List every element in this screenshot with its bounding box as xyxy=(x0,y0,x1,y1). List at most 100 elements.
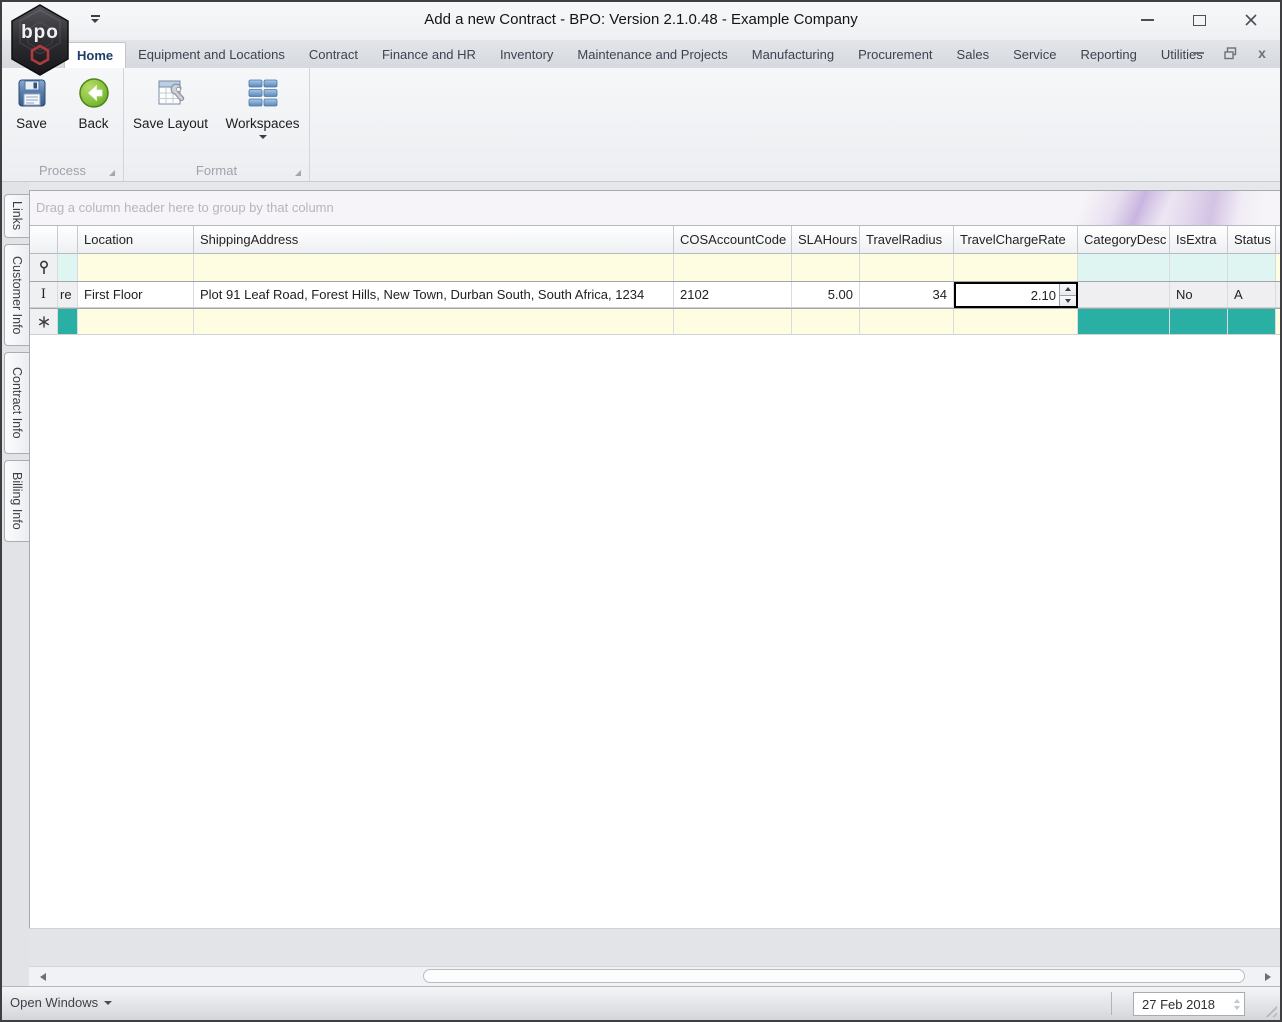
tab-finance-and-hr[interactable]: Finance and HR xyxy=(370,42,488,68)
tab-contract[interactable]: Contract xyxy=(297,42,370,68)
column-header-status[interactable]: Status xyxy=(1228,226,1276,254)
newrow-cell-cosaccountcode[interactable] xyxy=(674,309,792,335)
spin-down-icon[interactable] xyxy=(1233,1005,1240,1010)
group-by-panel[interactable]: Drag a column header here to group by th… xyxy=(30,191,1280,226)
cell-location[interactable]: First Floor xyxy=(78,282,194,308)
tab-manufacturing[interactable]: Manufacturing xyxy=(740,42,846,68)
tab-maintenance-and-projects[interactable]: Maintenance and Projects xyxy=(565,42,739,68)
back-button[interactable]: Back xyxy=(66,74,122,131)
minimize-icon xyxy=(1140,19,1154,21)
cell-clipped[interactable]: re xyxy=(58,282,78,308)
newrow-cell-isextra[interactable] xyxy=(1170,309,1228,335)
cell-travelradius[interactable]: 34 xyxy=(860,282,954,308)
column-header-categorydesc[interactable]: CategoryDesc xyxy=(1078,226,1170,254)
group-by-hint: Drag a column header here to group by th… xyxy=(36,200,334,215)
mdi-minimize-button[interactable] xyxy=(1190,45,1206,61)
cell-status[interactable]: A xyxy=(1228,282,1276,308)
column-header-location[interactable]: Location xyxy=(78,226,194,254)
workspaces-button[interactable]: Workspaces xyxy=(220,74,306,139)
sidebar-item-contract-info[interactable]: Contract Info xyxy=(4,352,29,454)
ribbon: Save Back Process Save Layout Workspaces… xyxy=(2,68,1280,182)
scroll-right-button[interactable] xyxy=(1258,967,1278,986)
cell-cosaccountcode[interactable]: 2102 xyxy=(674,282,792,308)
filter-cell-cosaccountcode[interactable] xyxy=(674,254,792,282)
ribbon-group-process: Save Back Process xyxy=(2,68,124,181)
open-windows-dropdown[interactable]: Open Windows xyxy=(10,995,113,1010)
arrow-left-icon xyxy=(40,972,46,981)
workspaces-button-label: Workspaces xyxy=(225,116,300,131)
mdi-close-button[interactable]: x xyxy=(1254,45,1270,61)
save-layout-button[interactable]: Save Layout xyxy=(128,74,214,139)
ribbon-group-caption: Format xyxy=(195,163,238,178)
scrollbar-thumb[interactable] xyxy=(423,969,1245,983)
close-button[interactable] xyxy=(1240,10,1262,30)
asterisk-icon xyxy=(38,315,49,328)
row-indicator-new[interactable] xyxy=(30,309,58,335)
newrow-cell-slahours[interactable] xyxy=(792,309,860,335)
row-indicator-header xyxy=(30,226,58,254)
column-header-slahours[interactable]: SLAHours xyxy=(792,226,860,254)
row-indicator-edit[interactable]: I xyxy=(30,282,58,308)
sidebar-item-customer-info[interactable]: Customer Info xyxy=(4,244,29,346)
cell-shippingaddress[interactable]: Plot 91 Leaf Road, Forest Hills, New Tow… xyxy=(194,282,674,308)
dialog-launcher-icon[interactable] xyxy=(109,170,115,176)
cell-categorydesc[interactable] xyxy=(1078,282,1170,308)
tab-procurement[interactable]: Procurement xyxy=(846,42,944,68)
tab-home[interactable]: Home xyxy=(64,42,127,68)
column-header-travelradius[interactable]: TravelRadius xyxy=(860,226,954,254)
filter-cell-clipped[interactable] xyxy=(58,254,78,282)
clipped-column-header[interactable] xyxy=(58,226,78,254)
newrow-cell-travelchargerate[interactable] xyxy=(954,309,1078,335)
column-header-travelchargerate[interactable]: TravelChargeRate xyxy=(954,226,1078,254)
date-editor[interactable]: 27 Feb 2018 xyxy=(1133,992,1245,1016)
column-header-overflow xyxy=(1276,226,1280,254)
sidebar-item-billing-info[interactable]: Billing Info xyxy=(4,460,29,542)
tab-equipment-and-locations[interactable]: Equipment and Locations xyxy=(126,42,297,68)
dialog-launcher-icon[interactable] xyxy=(295,170,301,176)
newrow-cell-categorydesc[interactable] xyxy=(1078,309,1170,335)
column-header-isextra[interactable]: IsExtra xyxy=(1170,226,1228,254)
tab-sales[interactable]: Sales xyxy=(945,42,1002,68)
cell-travelchargerate-editor[interactable]: 2.10 xyxy=(954,282,1078,308)
spin-up-icon[interactable] xyxy=(1233,998,1240,1003)
filter-cell-isextra[interactable] xyxy=(1170,254,1228,282)
ribbon-group-caption: Process xyxy=(39,163,86,178)
newrow-cell-clipped[interactable] xyxy=(58,309,78,335)
tab-inventory[interactable]: Inventory xyxy=(488,42,565,68)
minimize-button[interactable] xyxy=(1136,10,1158,30)
spin-down-button[interactable] xyxy=(1060,294,1076,306)
resize-grip[interactable] xyxy=(1263,1003,1277,1017)
filter-cell-slahours[interactable] xyxy=(792,254,860,282)
save-button[interactable]: Save xyxy=(4,74,60,131)
newrow-cell-travelradius[interactable] xyxy=(860,309,954,335)
cell-isextra[interactable]: No xyxy=(1170,282,1228,308)
decorative-swirl xyxy=(980,191,1280,225)
filter-row-indicator[interactable] xyxy=(30,254,58,282)
sidebar-item-links[interactable]: Links xyxy=(4,194,29,238)
filter-cell-location[interactable] xyxy=(78,254,194,282)
filter-cell-status[interactable] xyxy=(1228,254,1276,282)
filter-cell-travelradius[interactable] xyxy=(860,254,954,282)
newrow-cell-status[interactable] xyxy=(1228,309,1276,335)
maximize-button[interactable] xyxy=(1188,10,1210,30)
cell-slahours[interactable]: 5.00 xyxy=(792,282,860,308)
horizontal-scrollbar[interactable] xyxy=(29,966,1280,986)
filter-cell-travelchargerate[interactable] xyxy=(954,254,1078,282)
tab-reporting[interactable]: Reporting xyxy=(1068,42,1148,68)
ribbon-tab-strip: Home Equipment and Locations Contract Fi… xyxy=(2,40,1280,68)
mdi-restore-button[interactable] xyxy=(1222,45,1238,61)
date-value[interactable]: 27 Feb 2018 xyxy=(1134,993,1229,1015)
save-layout-button-label: Save Layout xyxy=(132,116,209,131)
column-header-cosaccountcode[interactable]: COSAccountCode xyxy=(674,226,792,254)
newrow-cell-shippingaddress[interactable] xyxy=(194,309,674,335)
restore-icon xyxy=(1223,46,1236,59)
travelchargerate-value[interactable]: 2.10 xyxy=(956,284,1059,306)
app-window: bpo Add a new Contract - BPO: Version 2.… xyxy=(0,0,1282,1022)
filter-cell-shippingaddress[interactable] xyxy=(194,254,674,282)
spin-up-button[interactable] xyxy=(1060,284,1076,295)
tab-service[interactable]: Service xyxy=(1001,42,1068,68)
column-header-shippingaddress[interactable]: ShippingAddress xyxy=(194,226,674,254)
filter-cell-categorydesc[interactable] xyxy=(1078,254,1170,282)
scroll-left-button[interactable] xyxy=(33,967,53,986)
newrow-cell-location[interactable] xyxy=(78,309,194,335)
